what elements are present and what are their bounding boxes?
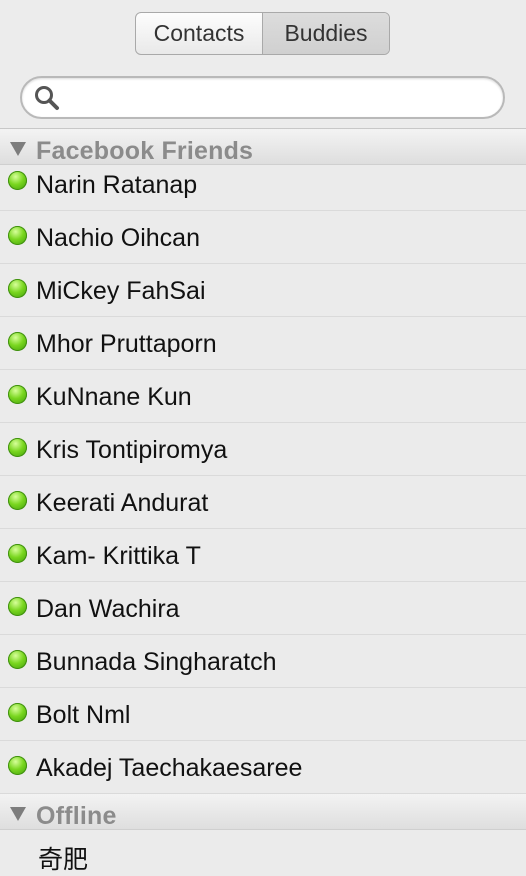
buddy-row[interactable]: Narin Ratanap	[0, 165, 526, 211]
online-status-icon	[8, 171, 27, 190]
buddy-name: Bunnada Singharatch	[36, 648, 277, 676]
buddy-row[interactable]: KuNnane Kun	[0, 370, 526, 423]
search-icon	[35, 86, 59, 110]
buddy-name: Dan Wachira	[36, 595, 180, 623]
buddy-name: Kris Tontipiromya	[36, 436, 228, 464]
toolbar: Contacts Buddies	[0, 0, 526, 128]
group-title: Facebook Friends	[36, 137, 254, 165]
search-input[interactable]	[68, 78, 488, 117]
buddy-row[interactable]: MiCkey FahSai	[0, 264, 526, 317]
buddy-name: Bolt Nml	[36, 701, 131, 729]
online-status-icon	[8, 650, 27, 669]
buddy-row[interactable]: Dan Wachira	[0, 582, 526, 635]
buddy-name: MiCkey FahSai	[36, 277, 206, 305]
buddy-row[interactable]: Nachio Oihcan	[0, 211, 526, 264]
contacts-segment-button[interactable]: Contacts	[136, 13, 263, 54]
search-field[interactable]	[20, 76, 505, 119]
buddy-name: Kam- Krittika T	[36, 542, 201, 570]
buddy-name: 奇肥	[38, 846, 89, 874]
view-segmented-control: Contacts Buddies	[135, 12, 390, 55]
disclosure-triangle-icon[interactable]	[10, 807, 26, 821]
online-status-icon	[8, 491, 27, 510]
online-status-icon	[8, 544, 27, 563]
buddies-segment-button[interactable]: Buddies	[263, 13, 389, 54]
buddy-row[interactable]: Kam- Krittika T	[0, 529, 526, 582]
buddy-name: Narin Ratanap	[36, 171, 198, 199]
buddy-name: Nachio Oihcan	[36, 224, 200, 252]
buddy-row[interactable]: Keerati Andurat	[0, 476, 526, 529]
online-status-icon	[8, 438, 27, 457]
buddy-list: Facebook Friends Narin Ratanap Nachio Oi…	[0, 128, 526, 874]
group-title: Offline	[36, 802, 117, 830]
buddy-row[interactable]: Bolt Nml	[0, 688, 526, 741]
buddy-name: Akadej Taechakaesaree	[36, 754, 303, 782]
online-status-icon	[8, 226, 27, 245]
buddy-row[interactable]: Kris Tontipiromya	[0, 423, 526, 476]
buddy-row[interactable]: Akadej Taechakaesaree	[0, 741, 526, 794]
buddy-name: Mhor Pruttaporn	[36, 330, 217, 358]
buddy-row[interactable]: Bunnada Singharatch	[0, 635, 526, 688]
online-status-icon	[8, 385, 27, 404]
online-status-icon	[8, 703, 27, 722]
group-header-facebook-friends[interactable]: Facebook Friends	[0, 129, 526, 165]
disclosure-triangle-icon[interactable]	[10, 142, 26, 156]
online-status-icon	[8, 279, 27, 298]
online-status-icon	[8, 756, 27, 775]
group-header-offline[interactable]: Offline	[0, 794, 526, 830]
online-status-icon	[8, 597, 27, 616]
buddy-name: Keerati Andurat	[36, 489, 209, 517]
buddy-name: KuNnane Kun	[36, 383, 192, 411]
buddy-row[interactable]: 奇肥	[0, 830, 526, 876]
buddy-row[interactable]: Mhor Pruttaporn	[0, 317, 526, 370]
online-status-icon	[8, 332, 27, 351]
